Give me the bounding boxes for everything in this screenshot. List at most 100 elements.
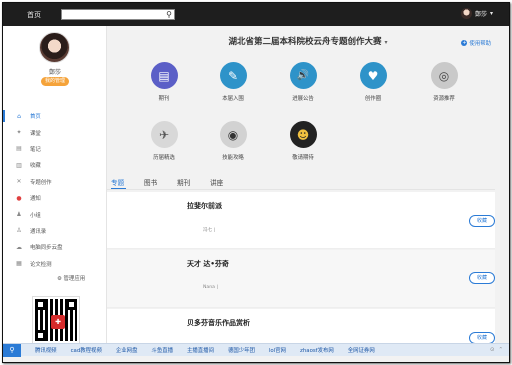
bottom-link[interactable]: 腾讯视频 [35, 346, 57, 354]
pen-glyph: ✎ [227, 68, 239, 83]
heart-glyph: ♥ [367, 68, 379, 83]
class-icon: ✦ [16, 129, 22, 137]
sidebar-item-notes[interactable]: ▤ 笔记 [3, 141, 107, 157]
note-icon: ▤ [16, 145, 22, 153]
bottom-link[interactable]: lol官网 [269, 346, 286, 354]
app-shortlisted[interactable]: ✎ 本届入围 [208, 62, 258, 102]
sidebar-item-groups[interactable]: ♟ 小组 [3, 206, 107, 222]
app-coming-soon[interactable]: ☻ 敬请期待 [278, 121, 328, 161]
plane-glyph: ✈ [158, 127, 170, 142]
app-label: 资源推荐 [433, 96, 455, 102]
sidebar-item-label: 笔记 [30, 146, 41, 153]
search-input[interactable]: ⚲ [61, 9, 175, 20]
card-title[interactable]: 天才 达•芬奇 [187, 259, 229, 269]
sidebar-item-creation[interactable]: ✕ 专题创作 [3, 174, 107, 190]
content-tabs: 专题 图书 期刊 讲座 [107, 175, 509, 190]
sidebar-user-name: 鄭莎 [48, 69, 61, 76]
app-past-picks[interactable]: ✈ 历届精选 [139, 121, 189, 161]
app-label: 历届精选 [153, 155, 175, 161]
sidebar-item-cloud[interactable]: ☁ 电脑同步云盘 [3, 239, 107, 255]
media-icon: ◎ [430, 62, 458, 89]
controller-glyph: ◉ [227, 127, 239, 142]
help-link[interactable]: + 使用帮助 [461, 39, 491, 47]
card-author: 冯七 | [203, 228, 216, 233]
bottom-link[interactable]: 斗鱼直播 [151, 346, 173, 354]
bookmark-icon: ▥ [16, 161, 22, 169]
sidebar-item-label: 论文检测 [30, 261, 52, 268]
speaker-icon: 🔊 [289, 62, 317, 89]
tab-books[interactable]: 图书 [144, 177, 157, 187]
sidebar-item-label: 通讯录 [30, 228, 47, 235]
settings-icon[interactable]: ⊙ [490, 347, 495, 353]
card-title[interactable]: 贝多芬音乐作品赏析 [187, 318, 250, 328]
bottom-link[interactable]: zhaosf发布网 [300, 346, 334, 354]
app-skills[interactable]: ◉ 技能攻略 [208, 121, 258, 161]
bottom-bar-controls: ⊙ ⌃ [490, 347, 503, 353]
journal-icon: ▤ [150, 62, 178, 89]
manage-badge[interactable]: 我的管理 [41, 77, 69, 86]
avatar[interactable] [39, 32, 70, 63]
bottom-link[interactable]: 主播直播间 [187, 346, 214, 354]
bottom-link[interactable]: 全网证券网 [348, 346, 375, 354]
qr-corner [35, 330, 46, 341]
avatar [460, 8, 472, 19]
app-label: 期刊 [158, 96, 170, 102]
tab-journals[interactable]: 期刊 [177, 177, 190, 187]
search-icon[interactable]: ⚲ [3, 343, 21, 357]
app-label: 进展公告 [292, 96, 314, 102]
sidebar-item-label: 首页 [30, 114, 41, 121]
list-item[interactable]: 天才 达•芬奇 Nana | 收藏 [107, 250, 495, 308]
sidebar-item-class[interactable]: ✦ 课堂 [3, 124, 107, 140]
pen-icon: ✎ [219, 62, 247, 89]
user-menu[interactable]: 鄭莎 ▾ [460, 8, 493, 19]
favorite-button[interactable]: 收藏 [469, 215, 495, 227]
sidebar-item-label: 通知 [30, 196, 41, 203]
contacts-icon: ♙ [16, 227, 22, 235]
sidebar-item-label: 电脑同步云盘 [30, 245, 63, 252]
qr-corner [35, 299, 46, 310]
app-creation-circle[interactable]: ♥ 创作圈 [348, 62, 398, 102]
search-icon[interactable]: ⚲ [166, 10, 172, 20]
list-item[interactable]: 拉斐尔前派 冯七 | 收藏 [107, 192, 495, 249]
chevron-up-icon[interactable]: ⌃ [498, 347, 503, 353]
sidebar-item-label: 小组 [30, 212, 41, 219]
app-label: 技能攻略 [222, 155, 244, 161]
app-journal[interactable]: ▤ 期刊 [139, 62, 189, 102]
sidebar-nav: ⌂ 首页 ✦ 课堂 ▤ 笔记 ▥ 收藏 ✕ 专题创作 ● 通知 ♟ 小组 ♙ 通讯录 ☁ 电脑同步… [3, 108, 107, 272]
journal-glyph: ▤ [158, 68, 170, 83]
page-title-text: 湖北省第二届本科院校云舟专题创作大赛 [228, 37, 382, 47]
sidebar-item-notifications[interactable]: ● 通知 [3, 190, 107, 206]
robot-glyph: ☻ [296, 127, 310, 142]
sidebar-item-contacts[interactable]: ♙ 通讯录 [3, 223, 107, 239]
sidebar-item-label: 专题创作 [30, 179, 52, 186]
bottom-link-bar: ⚲ 腾讯视频 cad教程视频 企业网盘 斗鱼直播 主播直播间 德国少年团 lol… [3, 343, 509, 357]
bottom-link[interactable]: 企业网盘 [116, 346, 138, 354]
chevron-down-icon: ▾ [384, 39, 388, 46]
create-icon: ✕ [16, 178, 22, 186]
tab-topics[interactable]: 专题 [111, 177, 124, 187]
sidebar-item-paper-check[interactable]: ▦ 论文检测 [3, 256, 107, 272]
qr-corner [66, 299, 77, 310]
card-author: Nana | [203, 285, 218, 290]
home-icon: ⌂ [17, 112, 21, 120]
app-announcements[interactable]: 🔊 进展公告 [278, 62, 328, 102]
robot-icon: ☻ [289, 121, 317, 148]
page-title[interactable]: 湖北省第二届本科院校云舟专题创作大赛 ▾ [107, 35, 509, 47]
tab-lectures[interactable]: 讲座 [210, 177, 223, 187]
doc-check-icon: ▦ [16, 260, 22, 268]
app-label: 敬请期待 [292, 155, 314, 161]
sidebar-item-home[interactable]: ⌂ 首页 [3, 108, 107, 124]
home-link[interactable]: 首页 [27, 10, 41, 20]
app-logo-icon: ✚ [51, 315, 65, 329]
app-resources[interactable]: ◎ 资源推荐 [419, 62, 469, 102]
sidebar-item-favorites[interactable]: ▥ 收藏 [3, 157, 107, 173]
bottom-link[interactable]: 德国少年团 [228, 346, 255, 354]
group-icon: ♟ [16, 211, 22, 219]
card-title[interactable]: 拉斐尔前派 [187, 201, 222, 211]
plane-icon: ✈ [150, 121, 178, 148]
manage-apps-button[interactable]: ⚙ 管理应用 [57, 274, 85, 282]
help-icon: + [461, 40, 468, 46]
favorite-button[interactable]: 收藏 [469, 272, 495, 284]
bottom-link[interactable]: cad教程视频 [71, 346, 102, 354]
bell-icon: ● [16, 194, 22, 202]
